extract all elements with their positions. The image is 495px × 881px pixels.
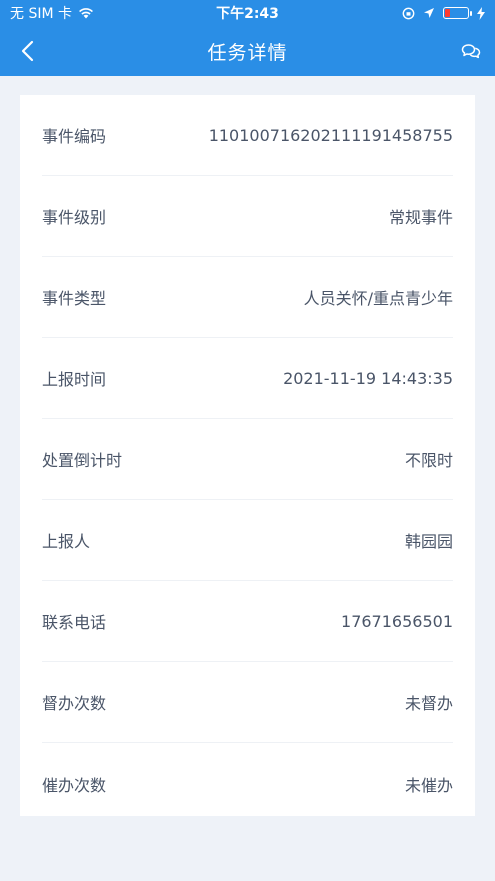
- detail-row: 联系电话 17671656501: [42, 581, 453, 662]
- status-bar: 无 SIM 卡 下午2:43: [0, 0, 495, 26]
- detail-label: 事件编码: [42, 127, 107, 146]
- detail-value: 110100716202111191458755: [208, 125, 453, 145]
- detail-row: 事件类型 人员关怀/重点青少年: [42, 257, 453, 338]
- detail-value: 人员关怀/重点青少年: [303, 289, 453, 308]
- detail-row: 处置倒计时 不限时: [42, 419, 453, 500]
- detail-value: 不限时: [404, 451, 453, 470]
- page-title: 任务详情: [207, 41, 288, 64]
- status-time: 下午2:43: [216, 6, 279, 22]
- detail-label: 处置倒计时: [42, 451, 123, 470]
- detail-label: 催办次数: [42, 775, 107, 795]
- back-button[interactable]: [14, 38, 40, 64]
- detail-value: 2021-11-19 14:43:35: [283, 368, 453, 388]
- detail-card: 事件编码 110100716202111191458755 事件级别 常规事件事件类型…: [20, 95, 475, 816]
- detail-value: 17671656501: [341, 611, 453, 631]
- detail-label: 督办次数: [42, 694, 107, 713]
- detail-row: 上报时间 2021-11-19 14:43:35: [42, 338, 453, 419]
- chevron-left-icon: [21, 40, 34, 62]
- detail-value: 未催办: [404, 775, 453, 795]
- detail-row: 事件级别 常规事件: [42, 176, 453, 257]
- navbar: 任务详情: [0, 26, 495, 76]
- detail-value: 韩园园: [404, 532, 453, 551]
- chat-bubbles-icon: [461, 44, 481, 59]
- detail-row: 催办次数 未催办: [42, 743, 453, 824]
- detail-value: 常规事件: [388, 208, 453, 227]
- battery-icon: [443, 7, 472, 19]
- detail-label: 事件级别: [42, 208, 107, 227]
- chat-button[interactable]: [459, 39, 483, 63]
- detail-row: 事件编码 110100716202111191458755: [42, 95, 453, 176]
- detail-row: 上报人 韩园园: [42, 500, 453, 581]
- header: 无 SIM 卡 下午2:43 任务详情: [0, 0, 495, 76]
- detail-label: 上报时间: [42, 370, 107, 389]
- detail-label: 上报人: [42, 532, 91, 551]
- detail-label: 联系电话: [42, 613, 107, 632]
- detail-label: 事件类型: [42, 289, 107, 308]
- detail-value: 未督办: [404, 694, 453, 713]
- detail-row: 督办次数 未督办: [42, 662, 453, 743]
